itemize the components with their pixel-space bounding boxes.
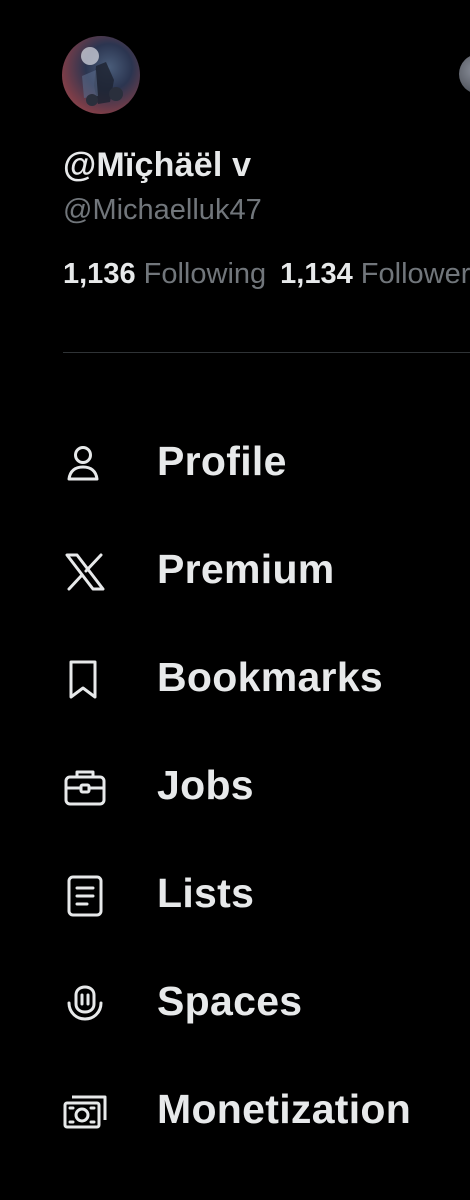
following-link[interactable]: 1,136 Following (63, 258, 266, 290)
divider (63, 352, 470, 353)
menu-item-spaces[interactable]: Spaces (0, 948, 470, 1056)
following-label: Following (143, 258, 267, 290)
following-count: 1,136 (63, 258, 136, 290)
list-icon (62, 873, 108, 919)
briefcase-icon (62, 765, 108, 811)
spaces-icon (62, 981, 108, 1027)
followers-count: 1,134 (280, 258, 353, 290)
bookmark-icon (62, 657, 108, 703)
followers-link[interactable]: 1,134 Followers (280, 258, 470, 290)
menu-item-bookmarks[interactable]: Bookmarks (0, 624, 470, 732)
drawer-menu: Profile Premium Bookmarks Jobs Lists Spa… (0, 408, 470, 1164)
person-icon (62, 441, 108, 487)
avatar[interactable] (62, 36, 140, 114)
menu-label-jobs: Jobs (157, 762, 254, 808)
menu-label-lists: Lists (157, 870, 255, 916)
menu-item-lists[interactable]: Lists (0, 840, 470, 948)
menu-label-spaces: Spaces (157, 978, 303, 1024)
money-icon (62, 1089, 108, 1135)
menu-item-profile[interactable]: Profile (0, 408, 470, 516)
switch-account-avatar[interactable] (459, 54, 470, 94)
menu-label-bookmarks: Bookmarks (157, 654, 384, 700)
menu-label-premium: Premium (157, 546, 335, 592)
follow-stats: 1,136 Following 1,134 Followers (63, 258, 470, 291)
followers-label: Followers (360, 258, 470, 290)
navigation-drawer: @Mïçhäël v @Michaelluk47 1,136 Following… (0, 0, 470, 1200)
user-handle: @Michaelluk47 (63, 194, 262, 226)
menu-item-jobs[interactable]: Jobs (0, 732, 470, 840)
menu-label-profile: Profile (157, 438, 287, 484)
menu-label-monetization: Monetization (157, 1086, 412, 1132)
display-name: @Mïçhäël v (63, 146, 252, 184)
menu-item-monetization[interactable]: Monetization (0, 1056, 470, 1164)
menu-item-premium[interactable]: Premium (0, 516, 470, 624)
x-logo-icon (62, 549, 108, 595)
